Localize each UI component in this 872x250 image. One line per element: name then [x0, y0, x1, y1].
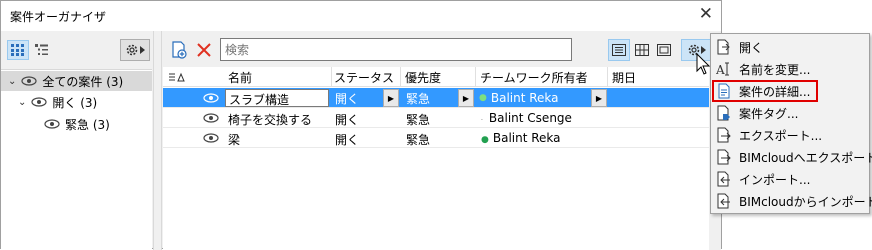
- list-view-button[interactable]: [608, 39, 630, 61]
- issue-tree: ⌄ 全ての案件 (3) ⌄ 開く (3) 緊急 (3): [1, 69, 152, 249]
- tree-list-icon: [35, 44, 48, 55]
- eye-icon[interactable]: [44, 119, 60, 129]
- menu-item-export[interactable]: エクスポート...: [712, 124, 868, 146]
- chevron-right-icon[interactable]: ▶: [383, 89, 399, 107]
- eye-icon[interactable]: [203, 133, 219, 143]
- table-row[interactable]: 椅子を交換する 開く 緊急 · Balint Csenge: [163, 108, 709, 128]
- name-value: 梁: [228, 133, 241, 147]
- column-header-due[interactable]: 期日: [612, 69, 636, 86]
- issue-organizer-window: 案件オーガナイザ ✕ ⌄ 全ての案件 (3) ⌄ 開く (3) 緊急 (3) 検…: [0, 0, 722, 250]
- status-value: 開く: [335, 113, 360, 127]
- title-bar: 案件オーガナイザ ✕: [1, 1, 721, 31]
- sort-column-icon[interactable]: [169, 71, 187, 83]
- tree-item-label: 開く (3): [52, 95, 98, 110]
- search-input[interactable]: [220, 38, 572, 61]
- column-header-name[interactable]: 名前: [228, 69, 252, 86]
- pane-splitter[interactable]: [153, 31, 162, 250]
- issue-options-menu: 開く A 名前を変更... 案件の詳細... 案件タグ... エクスポート...…: [710, 33, 872, 214]
- table-row[interactable]: 梁 開く 緊急 ● Balint Reka: [163, 128, 709, 148]
- name-value: 椅子を交換する: [228, 113, 313, 127]
- owner-value: Balint Csenge: [488, 111, 572, 125]
- details-icon: [718, 83, 730, 99]
- tree-item-open[interactable]: ⌄ 開く (3): [18, 92, 97, 112]
- tree-view-button[interactable]: [31, 40, 53, 60]
- cloud-export-icon: [717, 149, 731, 165]
- issue-toolbar: [163, 31, 721, 67]
- menu-item-import[interactable]: インポート...: [712, 168, 868, 190]
- single-view-icon: [657, 44, 671, 56]
- online-status-icon: ●: [479, 93, 487, 103]
- name-edit-field[interactable]: スラブ構造: [225, 89, 329, 107]
- list-view-icon: [612, 44, 626, 56]
- tree-item-label: 全ての案件 (3): [42, 74, 124, 89]
- menu-item-tags[interactable]: 案件タグ...: [712, 102, 868, 124]
- svg-text:A: A: [716, 63, 725, 77]
- tree-item-label: 緊急 (3): [65, 117, 110, 132]
- delete-issue-button[interactable]: [193, 39, 215, 61]
- tag-icon: [717, 105, 730, 121]
- menu-item-export-bimcloud[interactable]: BIMcloudへエクスポート...: [712, 146, 872, 168]
- owner-value: Balint Reka: [490, 91, 559, 105]
- column-header-owner[interactable]: チームワーク所有者: [480, 69, 588, 86]
- gear-icon: [126, 44, 138, 56]
- tree-options-button[interactable]: [120, 39, 150, 61]
- chevron-down-icon[interactable]: ⌄: [8, 76, 16, 87]
- tile-view-button[interactable]: [631, 39, 653, 61]
- menu-item-open[interactable]: 開く: [712, 36, 868, 58]
- grid-view-button[interactable]: [7, 40, 29, 60]
- cloud-import-icon: [717, 193, 730, 209]
- status-value: 開く: [335, 133, 360, 147]
- close-icon[interactable]: ✕: [699, 4, 713, 24]
- chevron-right-icon[interactable]: ▶: [591, 89, 607, 107]
- new-issue-icon: [172, 41, 187, 59]
- delete-icon: [197, 43, 211, 57]
- tree-item-urgent[interactable]: 緊急 (3): [44, 114, 110, 134]
- eye-icon[interactable]: [203, 113, 219, 123]
- chevron-right-icon[interactable]: ▶: [458, 89, 474, 107]
- open-icon: [717, 39, 730, 55]
- eye-icon[interactable]: [31, 97, 47, 107]
- import-icon: [717, 171, 730, 187]
- column-header-priority[interactable]: 優先度: [405, 69, 441, 86]
- priority-value: 緊急: [406, 113, 431, 127]
- priority-dropdown[interactable]: 緊急 ▶: [404, 89, 474, 107]
- menu-arrow-icon: [140, 46, 145, 54]
- priority-value: 緊急: [406, 133, 431, 147]
- tile-view-icon: [635, 44, 649, 56]
- column-header-status[interactable]: ステータス: [334, 69, 394, 86]
- issue-table: 名前 ステータス 優先度 チームワーク所有者 期日 スラブ構造 開く ▶ 緊急 …: [163, 67, 709, 250]
- menu-item-details[interactable]: 案件の詳細...: [712, 80, 818, 102]
- left-toolbar: [1, 31, 153, 67]
- menu-item-rename[interactable]: A 名前を変更...: [712, 58, 868, 80]
- menu-item-import-bimcloud[interactable]: BIMcloudからインポート...: [712, 190, 872, 212]
- eye-icon[interactable]: [21, 76, 37, 86]
- tree-item-all-issues[interactable]: ⌄ 全ての案件 (3): [1, 71, 152, 91]
- owner-value-wrap: ● Balint Reka: [481, 131, 561, 145]
- single-view-button[interactable]: [653, 39, 675, 61]
- table-row[interactable]: スラブ構造 開く ▶ 緊急 ▶ ● Balint Reka ▶: [163, 88, 709, 108]
- owner-value: Balint Reka: [492, 131, 561, 145]
- status-dropdown[interactable]: 開く ▶: [333, 89, 399, 107]
- grid-icon: [11, 44, 24, 56]
- priority-value: 緊急: [406, 91, 431, 106]
- online-status-icon: ●: [481, 135, 489, 145]
- export-icon: [717, 127, 731, 143]
- owner-value-wrap: · Balint Csenge: [481, 111, 572, 125]
- rename-icon: A: [716, 62, 729, 77]
- table-header: 名前 ステータス 優先度 チームワーク所有者 期日: [163, 67, 709, 87]
- eye-icon[interactable]: [203, 93, 219, 103]
- window-title: 案件オーガナイザ: [10, 10, 107, 24]
- chevron-down-icon[interactable]: ⌄: [18, 97, 26, 108]
- owner-dropdown[interactable]: ● Balint Reka ▶: [479, 89, 607, 107]
- status-value: 開く: [335, 91, 360, 106]
- new-issue-button[interactable]: [168, 39, 190, 61]
